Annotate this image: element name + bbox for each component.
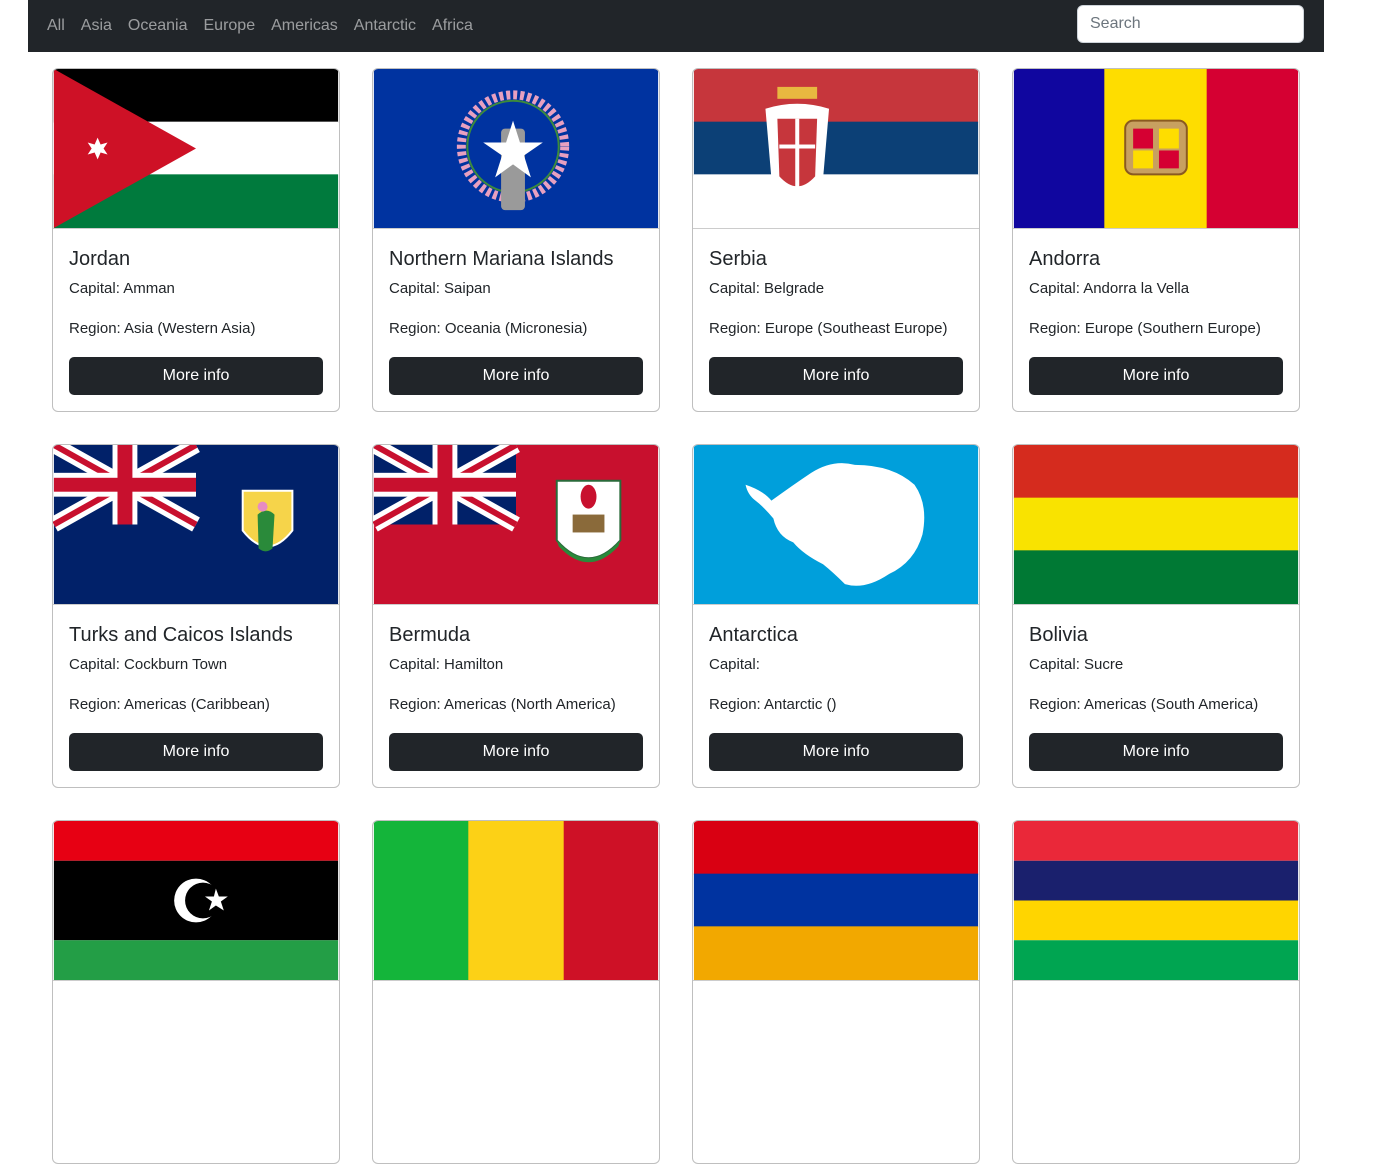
nav-link-americas[interactable]: Americas [271,17,338,35]
country-card: Turks and Caicos Islands Capital: Cockbu… [52,444,340,788]
country-region: Region: Europe (Southern Europe) [1029,320,1261,337]
nav-link-oceania[interactable]: Oceania [128,17,188,35]
country-capital: Capital: Andorra la Vella [1029,280,1190,297]
country-name: Jordan [69,248,131,270]
andorra-flag-image [1013,69,1299,229]
country-capital: Capital: Cockburn Town [69,656,228,673]
serbia-flag-image [693,69,979,229]
nav-link-antarctic[interactable]: Antarctic [354,17,416,35]
country-card: Northern Mariana Islands Capital: Saipan… [372,68,660,412]
nav-link-asia[interactable]: Asia [81,17,112,35]
more-info-button[interactable]: More info [69,357,323,395]
search-input[interactable] [1077,5,1304,43]
country-region: Region: Americas (South America) [1029,696,1259,713]
country-region: Region: Americas (Caribbean) [69,696,270,713]
more-info-button[interactable]: More info [709,733,963,771]
armenia-flag-image [693,821,979,981]
card-body: Northern Mariana Islands Capital: Saipan… [389,229,643,339]
card-body: Turks and Caicos Islands Capital: Cockbu… [69,605,323,715]
country-card: Antarctica Capital: Region: Antarctic ()… [692,444,980,788]
country-card: Jordan Capital: Amman Region: Asia (West… [52,68,340,412]
country-region: Region: Europe (Southeast Europe) [709,320,948,337]
country-card [692,820,980,1164]
country-name: Serbia [709,248,767,270]
country-card: Bermuda Capital: Hamilton Region: Americ… [372,444,660,788]
country-region: Region: Americas (North America) [389,696,616,713]
more-info-button[interactable]: More info [389,733,643,771]
nav-link-africa[interactable]: Africa [432,17,473,35]
northern-mariana-islands-flag-image [373,69,659,229]
country-card: Bolivia Capital: Sucre Region: Americas … [1012,444,1300,788]
country-card [52,820,340,1164]
country-card [1012,820,1300,1164]
country-region: Region: Oceania (Micronesia) [389,320,588,337]
card-body: Jordan Capital: Amman Region: Asia (West… [69,229,323,339]
country-capital: Capital: Amman [69,280,175,297]
country-capital: Capital: [709,656,760,673]
country-capital: Capital: Sucre [1029,656,1124,673]
libya-flag-image [53,821,339,981]
country-capital: Capital: Hamilton [389,656,504,673]
bolivia-flag-image [1013,445,1299,605]
country-card [372,820,660,1164]
more-info-button[interactable]: More info [389,357,643,395]
turks-and-caicos-islands-flag-image [53,445,339,605]
country-region: Region: Antarctic () [709,696,837,713]
antarctica-flag-image [693,445,979,605]
card-body: Bolivia Capital: Sucre Region: Americas … [1029,605,1283,715]
country-card: Serbia Capital: Belgrade Region: Europe … [692,68,980,412]
card-body: Bermuda Capital: Hamilton Region: Americ… [389,605,643,715]
mauritius-flag-image [1013,821,1299,981]
card-body: Antarctica Capital: Region: Antarctic () [709,605,963,715]
jordan-flag-image [53,69,339,229]
country-name: Bermuda [389,624,471,646]
nav-link-all[interactable]: All [47,17,65,35]
country-capital: Capital: Saipan [389,280,491,297]
country-name: Andorra [1029,248,1101,270]
country-name: Bolivia [1029,624,1088,646]
nav-link-europe[interactable]: Europe [204,17,256,35]
more-info-button[interactable]: More info [1029,357,1283,395]
country-name: Turks and Caicos Islands [69,624,293,646]
country-card: Andorra Capital: Andorra la Vella Region… [1012,68,1300,412]
card-body: Serbia Capital: Belgrade Region: Europe … [709,229,963,339]
top-navbar: All Asia Oceania Europe Americas Antarct… [28,0,1324,52]
bermuda-flag-image [373,445,659,605]
country-region: Region: Asia (Western Asia) [69,320,256,337]
card-body: Andorra Capital: Andorra la Vella Region… [1029,229,1283,339]
more-info-button[interactable]: More info [1029,733,1283,771]
region-filter-links: All Asia Oceania Europe Americas Antarct… [38,0,489,52]
more-info-button[interactable]: More info [69,733,323,771]
more-info-button[interactable]: More info [709,357,963,395]
mali-flag-image [373,821,659,981]
country-name: Northern Mariana Islands [389,248,614,270]
country-name: Antarctica [709,624,798,646]
country-capital: Capital: Belgrade [709,280,825,297]
